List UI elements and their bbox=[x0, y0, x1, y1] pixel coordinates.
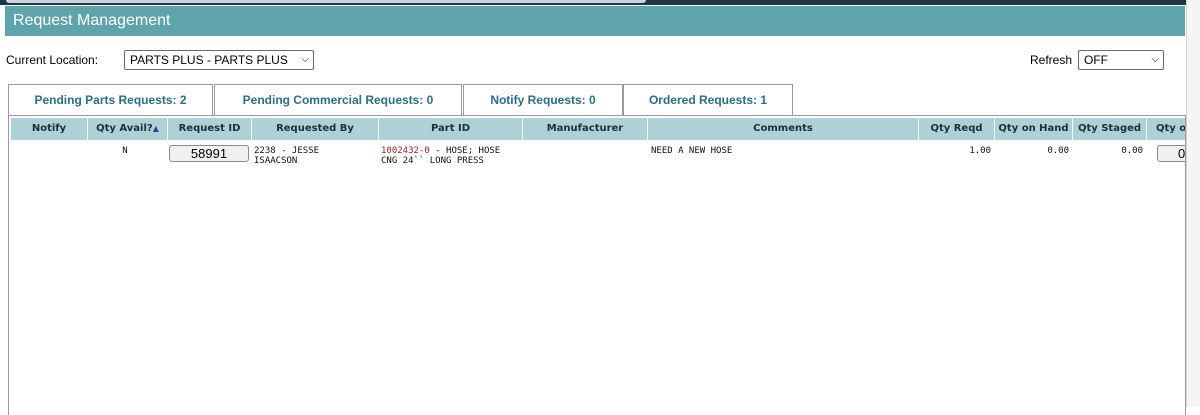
column-header-request-id[interactable]: Request ID bbox=[168, 118, 252, 140]
table-header: Notify Qty Avail?▲ Request ID Requested … bbox=[11, 118, 1185, 140]
refresh-label: Refresh bbox=[1030, 53, 1073, 67]
tab-pending-parts-requests[interactable]: Pending Parts Requests: 2 bbox=[8, 84, 213, 116]
tab-pending-commercial-requests[interactable]: Pending Commercial Requests: 0 bbox=[214, 84, 462, 116]
part-number-link[interactable]: 1002432-0 bbox=[381, 146, 430, 156]
column-header-manufacturer[interactable]: Manufacturer bbox=[523, 118, 648, 140]
requested-by-line1: 2238 - JESSE bbox=[254, 146, 320, 156]
current-location-value: PARTS PLUS - PARTS PLUS bbox=[130, 53, 288, 67]
column-header-qty-avail[interactable]: Qty Avail?▲ bbox=[88, 118, 168, 140]
part-description-line2: CNG 24`` LONG PRESS bbox=[381, 156, 484, 166]
current-location-label: Current Location: bbox=[6, 53, 99, 67]
column-header-qty-avail-label: Qty Avail? bbox=[96, 123, 153, 134]
browser-tab-edge bbox=[6, 0, 646, 3]
vertical-scrollbar[interactable] bbox=[1186, 0, 1200, 407]
chevron-down-icon: ⌵ bbox=[301, 54, 309, 65]
qty-ordered-input[interactable]: 0 bbox=[1157, 145, 1185, 162]
column-header-requested-by[interactable]: Requested By bbox=[252, 118, 379, 140]
cell-qty-on-hand: 0.00 bbox=[1047, 146, 1069, 156]
cell-requested-by: 2238 - JESSE ISAACSON bbox=[254, 146, 376, 166]
column-header-part-id[interactable]: Part ID bbox=[379, 118, 523, 140]
current-location-select[interactable]: PARTS PLUS - PARTS PLUS ⌵ bbox=[124, 50, 314, 70]
refresh-value: OFF bbox=[1084, 53, 1108, 67]
column-header-qty-reqd[interactable]: Qty Reqd bbox=[919, 118, 995, 140]
page-title: Request Management bbox=[13, 12, 171, 29]
cell-qty-avail: N bbox=[122, 146, 128, 156]
sort-ascending-icon: ▲ bbox=[152, 124, 159, 133]
request-id-button[interactable]: 58991 bbox=[169, 145, 249, 162]
part-description: - HOSE; HOSE bbox=[429, 146, 501, 156]
cell-comments: NEED A NEW HOSE bbox=[651, 146, 733, 156]
column-header-qty-ordered[interactable]: Qty o bbox=[1147, 118, 1185, 140]
page-header: Request Management bbox=[5, 6, 1185, 36]
tab-notify-requests[interactable]: Notify Requests: 0 bbox=[463, 84, 623, 116]
cell-part-id: 1002432-0 - HOSE; HOSE CNG 24`` LONG PRE… bbox=[381, 146, 521, 166]
cell-qty-reqd: 1.00 bbox=[969, 146, 991, 156]
tab-ordered-requests[interactable]: Ordered Requests: 1 bbox=[623, 84, 793, 116]
refresh-select[interactable]: OFF ⌵ bbox=[1078, 50, 1164, 70]
cell-qty-staged: 0.00 bbox=[1121, 146, 1143, 156]
column-header-comments[interactable]: Comments bbox=[648, 118, 919, 140]
requests-table-panel: Notify Qty Avail?▲ Request ID Requested … bbox=[8, 115, 1186, 415]
requested-by-line2: ISAACSON bbox=[254, 156, 298, 166]
browser-top-strip bbox=[0, 0, 1200, 5]
chevron-down-icon: ⌵ bbox=[1151, 54, 1159, 65]
column-header-notify[interactable]: Notify bbox=[11, 118, 88, 140]
column-header-qty-on-hand[interactable]: Qty on Hand bbox=[995, 118, 1073, 140]
table-row[interactable]: N 58991 2238 - JESSE ISAACSON 1002432-0 … bbox=[11, 142, 1185, 174]
column-header-qty-staged[interactable]: Qty Staged bbox=[1073, 118, 1147, 140]
